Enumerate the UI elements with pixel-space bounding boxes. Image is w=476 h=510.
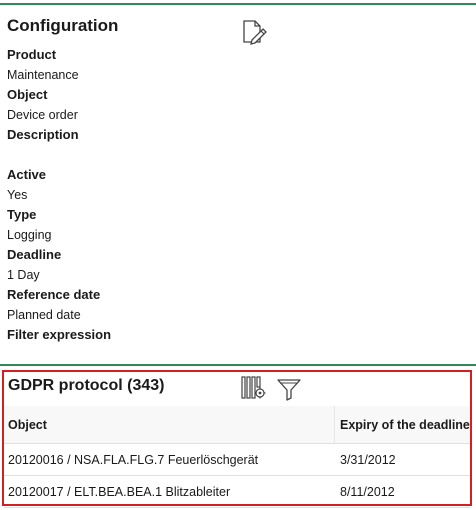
- field-label: Product: [7, 47, 57, 62]
- configuration-panel: Configuration Product Maintenance Object…: [0, 5, 476, 364]
- field-label: Deadline: [7, 247, 62, 262]
- field-value: Logging: [7, 228, 52, 242]
- gdpr-protocol-title: GDPR protocol (343): [8, 377, 165, 394]
- field-label: Object: [7, 87, 48, 102]
- field-description: Description: [7, 125, 467, 165]
- cell-expiry: 8/11/2012: [340, 485, 395, 499]
- field-label: Description: [7, 127, 79, 142]
- field-filter-expression: Filter expression: [7, 325, 467, 365]
- table-row[interactable]: 20120016 / NSA.FLA.FLG.7 Feuerlöschgerät…: [4, 444, 470, 476]
- filter-icon[interactable]: [275, 376, 303, 402]
- field-value: Maintenance: [7, 68, 79, 82]
- configuration-fields: Product Maintenance Object Device order …: [7, 45, 467, 365]
- field-product: Product Maintenance: [7, 45, 467, 85]
- field-deadline: Deadline 1 Day: [7, 245, 467, 285]
- section-divider: [0, 364, 476, 366]
- field-label: Filter expression: [7, 327, 112, 342]
- field-value: [7, 145, 467, 165]
- gdpr-protocol-panel: GDPR protocol (343) Object Expiry of the…: [2, 370, 472, 508]
- field-value: Device order: [7, 108, 78, 122]
- column-divider: [334, 406, 335, 444]
- column-header-object[interactable]: Object: [8, 406, 47, 444]
- field-value: [7, 345, 467, 365]
- table-row[interactable]: 20120017 / ELT.BEA.BEA.1 Blitzableiter 8…: [4, 476, 470, 508]
- field-label: Reference date: [7, 287, 101, 302]
- gdpr-protocol-table: Object Expiry of the deadline 20120016 /…: [4, 406, 470, 508]
- field-label: Type: [7, 207, 37, 222]
- cell-object: 20120016 / NSA.FLA.FLG.7 Feuerlöschgerät: [8, 453, 259, 467]
- field-type: Type Logging: [7, 205, 467, 245]
- cell-object: 20120017 / ELT.BEA.BEA.1 Blitzableiter: [8, 485, 231, 499]
- column-settings-icon[interactable]: [240, 375, 268, 401]
- column-header-expiry[interactable]: Expiry of the deadline: [340, 406, 470, 444]
- configuration-title: Configuration: [7, 16, 119, 35]
- cell-expiry: 3/31/2012: [340, 453, 396, 467]
- field-value: Planned date: [7, 308, 81, 322]
- field-label: Active: [7, 167, 47, 182]
- field-object: Object Device order: [7, 85, 467, 125]
- field-value: Yes: [7, 188, 28, 202]
- field-reference-date: Reference date Planned date: [7, 285, 467, 325]
- table-header: Object Expiry of the deadline: [4, 406, 470, 444]
- field-value: 1 Day: [7, 268, 40, 282]
- edit-document-icon[interactable]: [240, 18, 268, 46]
- field-active: Active Yes: [7, 165, 467, 205]
